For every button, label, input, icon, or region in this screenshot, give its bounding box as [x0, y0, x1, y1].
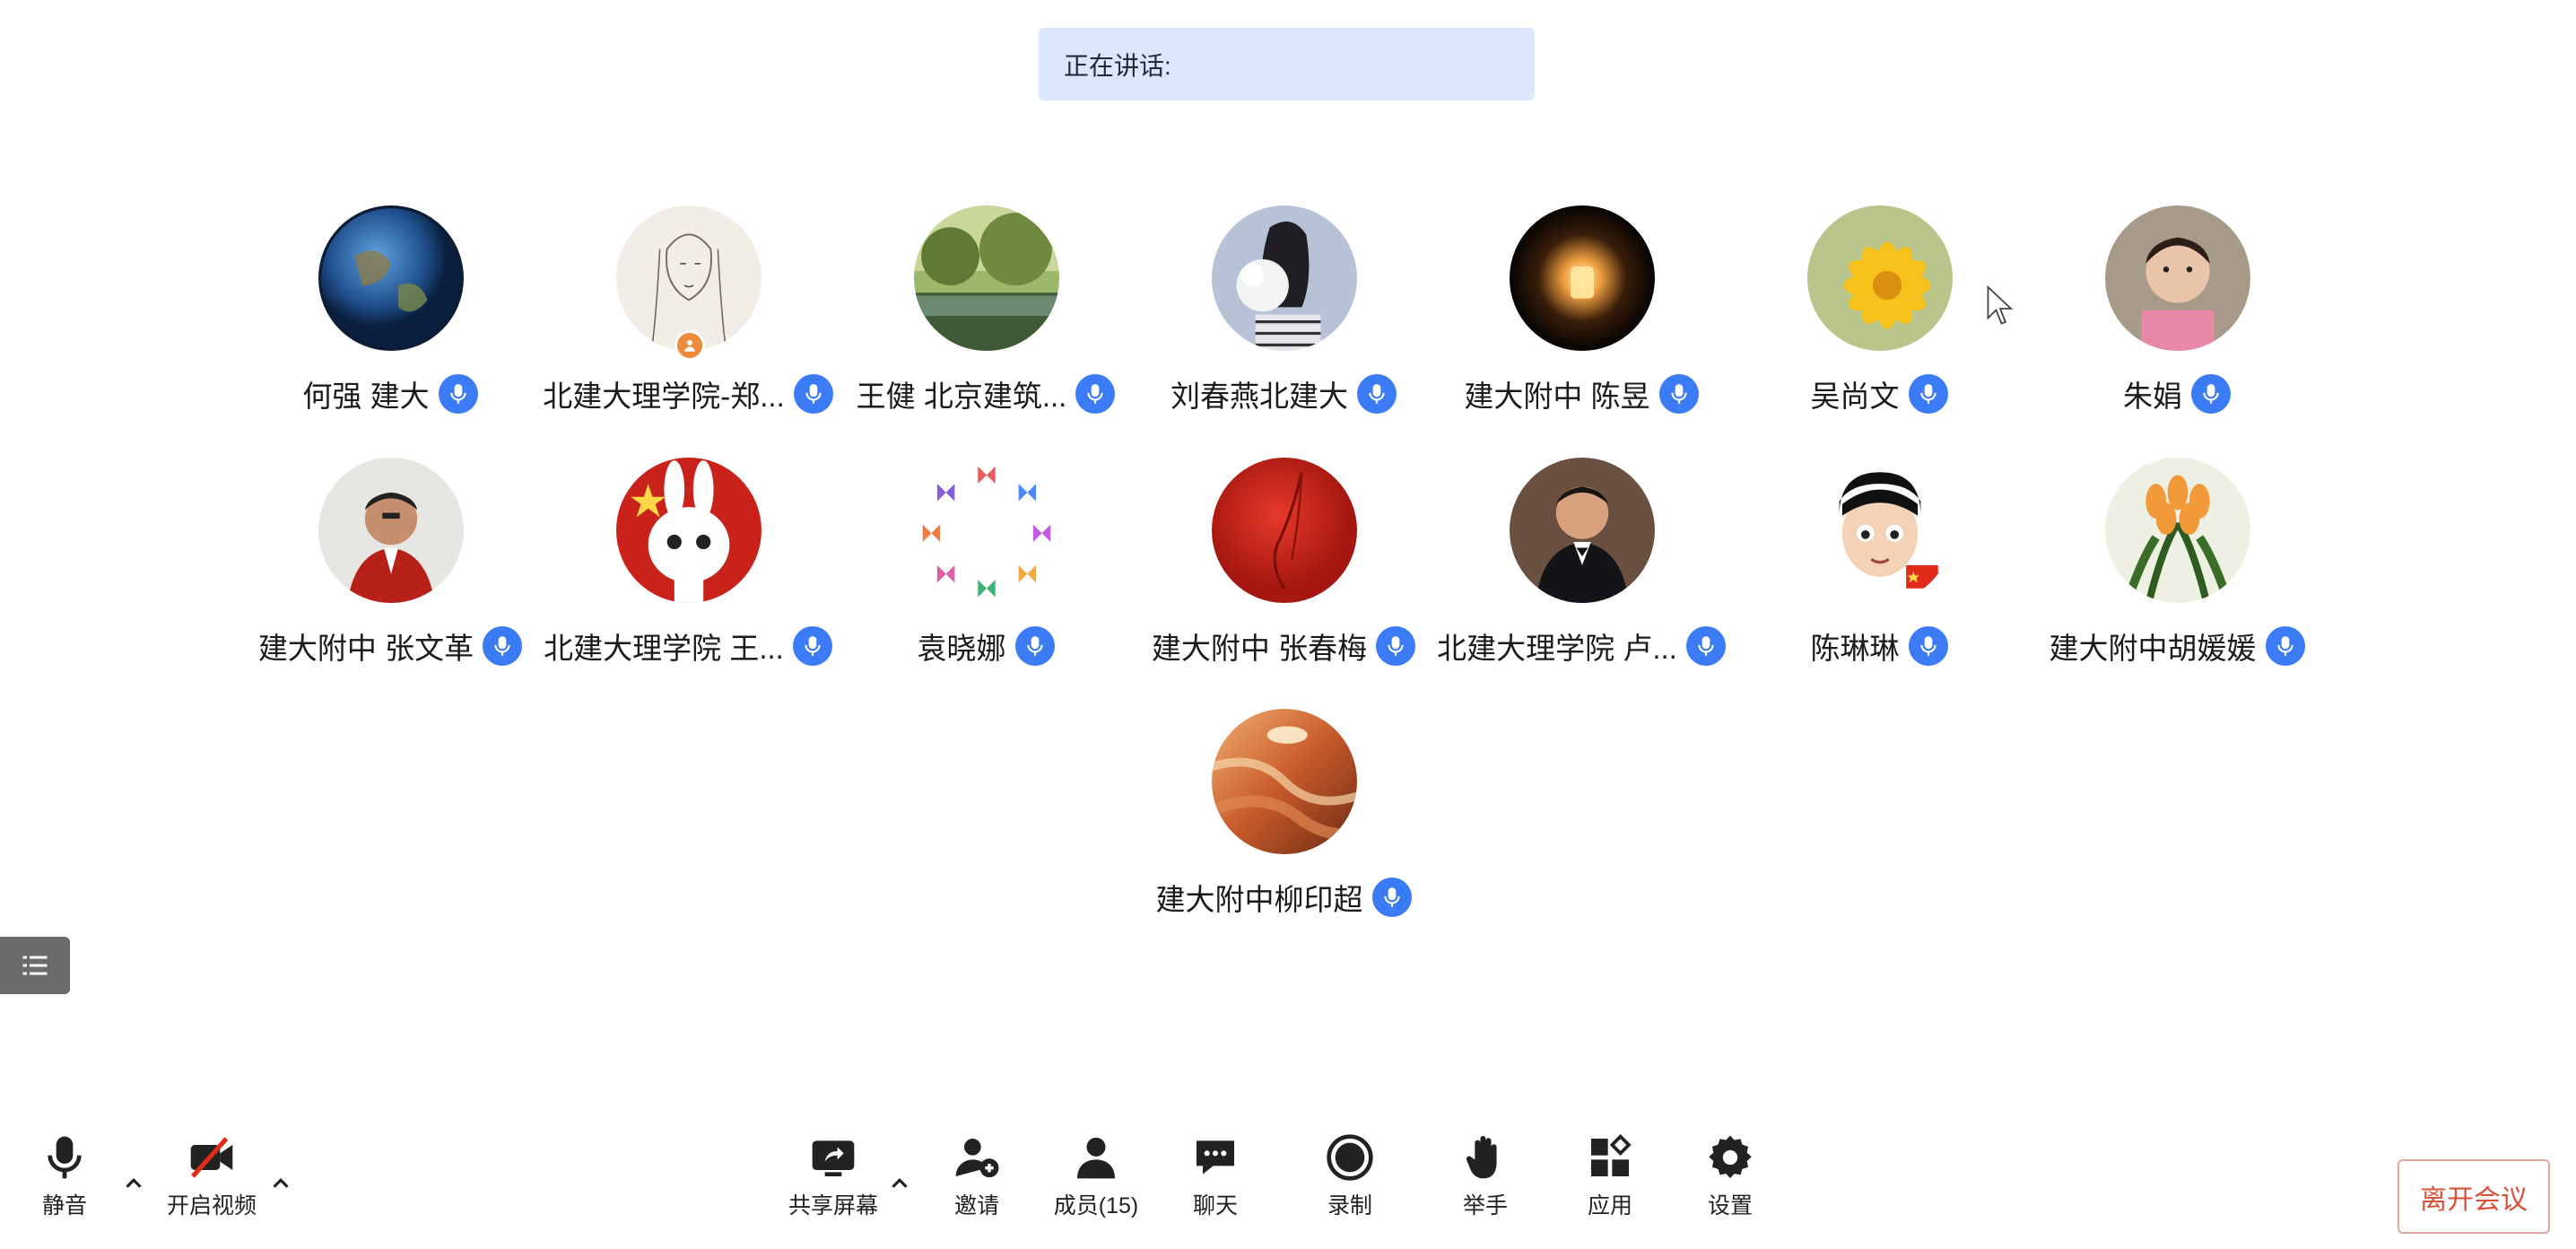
participant-avatar	[914, 205, 1059, 351]
view-list-button[interactable]	[0, 937, 70, 994]
participant-name: 建大附中柳印超	[1155, 883, 1363, 916]
participant-name: 何强 建大	[302, 380, 430, 413]
participant-tile[interactable]: 建大附中柳印超	[1122, 709, 1445, 942]
chat-label: 聊天	[1192, 1193, 1238, 1218]
audio-options-chevron-up-icon[interactable]	[120, 1170, 147, 1197]
mic-on-icon	[1908, 626, 1948, 666]
share-screen-button[interactable]: 共享屏幕	[775, 1132, 892, 1220]
participant-name: 建大附中 张文革	[257, 632, 474, 665]
mic-on-icon	[1376, 626, 1416, 666]
participant-tile[interactable]: 建大附中 陈昱	[1420, 205, 1743, 439]
participant-avatar	[2105, 205, 2250, 351]
invite-label: 邀请	[953, 1193, 999, 1218]
mic-on-icon	[2265, 626, 2305, 666]
participant-tile[interactable]: 王健 北京建筑...	[824, 205, 1147, 439]
participant-tile[interactable]: 建大附中 张春梅	[1122, 458, 1445, 691]
mic-on-icon	[1014, 626, 1055, 666]
participant-avatar	[2105, 458, 2250, 603]
video-options-chevron-up-icon[interactable]	[267, 1170, 294, 1197]
invite-user-icon	[955, 1139, 999, 1178]
settings-button[interactable]: 设置	[1672, 1132, 1788, 1220]
meeting-toolbar: 静音 开启视频 共享屏幕 邀请 成员(15) 聊天 录制 举手 应用 设置	[0, 1132, 2576, 1249]
participant-avatar	[914, 458, 1059, 603]
apps-icon	[1591, 1134, 1632, 1176]
participant-tile[interactable]: 建大附中 张文革	[229, 458, 552, 691]
participant-avatar	[1807, 205, 1953, 351]
participant-avatar	[318, 205, 464, 351]
participant-name: 王健 北京建筑...	[856, 380, 1067, 413]
participant-avatar	[1807, 458, 1953, 603]
participant-avatar	[1510, 458, 1655, 603]
mic-on-icon	[483, 626, 523, 666]
microphone-icon	[48, 1136, 82, 1179]
record-label: 录制	[1327, 1193, 1372, 1218]
participant-avatar	[1212, 709, 1357, 854]
participant-name: 北建大理学院 王...	[544, 632, 784, 665]
leave-meeting-button[interactable]: 离开会议	[2398, 1159, 2550, 1234]
participant-tile[interactable]: 刘春燕北建大	[1122, 205, 1445, 439]
share-screen-icon	[812, 1140, 855, 1176]
participant-name: 刘春燕北建大	[1171, 380, 1348, 413]
apps-button[interactable]: 应用	[1552, 1132, 1668, 1220]
participant-name: 陈琳琳	[1810, 632, 1900, 665]
host-badge-icon	[674, 330, 705, 361]
mic-on-icon	[1075, 374, 1116, 414]
record-button[interactable]: 录制	[1292, 1132, 1408, 1220]
participant-tile[interactable]: 建大附中胡媛媛	[2015, 458, 2338, 691]
list-icon	[22, 956, 48, 975]
participant-avatar	[318, 458, 464, 603]
invite-button[interactable]: 邀请	[918, 1132, 1035, 1220]
participant-avatar	[1212, 205, 1357, 351]
participant-name: 吴尚文	[1810, 380, 1900, 413]
mic-on-icon	[1658, 374, 1699, 414]
share-screen-label: 共享屏幕	[788, 1193, 878, 1218]
start-video-button[interactable]: 开启视频	[153, 1132, 270, 1220]
participant-avatar	[616, 458, 761, 603]
raise-hand-icon	[1466, 1135, 1497, 1179]
record-icon	[1327, 1134, 1373, 1181]
video-off-icon	[190, 1137, 233, 1178]
start-video-label: 开启视频	[166, 1193, 257, 1218]
mouse-cursor-icon	[1987, 285, 2014, 325]
participant-avatar	[1212, 458, 1357, 603]
raise-hand-button[interactable]: 举手	[1427, 1132, 1544, 1220]
participant-avatar	[1510, 205, 1655, 351]
participant-tile[interactable]: 朱娟	[2015, 205, 2338, 439]
participant-name: 北建大理学院 卢...	[1437, 632, 1677, 665]
mute-label: 静音	[41, 1193, 87, 1218]
chat-button[interactable]: 聊天	[1157, 1132, 1274, 1220]
share-options-chevron-up-icon[interactable]	[886, 1170, 913, 1197]
participant-name: 建大附中 陈昱	[1464, 380, 1650, 413]
participant-name: 朱娟	[2123, 380, 2182, 413]
participant-tile[interactable]: 北建大理学院 王...	[527, 458, 849, 691]
mic-on-icon	[1357, 374, 1397, 414]
settings-label: 设置	[1707, 1193, 1753, 1218]
mic-on-icon	[1371, 878, 1412, 917]
apps-label: 应用	[1587, 1193, 1632, 1218]
participant-tile[interactable]: 袁晓娜	[824, 458, 1147, 691]
participant-name: 北建大理学院-郑...	[543, 380, 785, 413]
mic-on-icon	[2191, 374, 2231, 414]
mute-button[interactable]: 静音	[6, 1132, 123, 1220]
participant-name: 建大附中胡媛媛	[2049, 632, 2257, 665]
participant-tile[interactable]: 北建大理学院 卢...	[1420, 458, 1743, 691]
participant-tile[interactable]: 何强 建大	[229, 205, 552, 439]
participant-tile[interactable]: 北建大理学院-郑...	[527, 205, 849, 439]
raise-hand-label: 举手	[1462, 1193, 1508, 1218]
participant-avatar	[616, 205, 761, 351]
participant-name: 建大附中 张春梅	[1151, 632, 1368, 665]
members-label: 成员(15)	[1053, 1193, 1139, 1218]
participant-name: 袁晓娜	[917, 632, 1006, 665]
participant-tile[interactable]: 陈琳琳	[1718, 458, 2041, 691]
chat-icon	[1197, 1140, 1234, 1175]
members-icon	[1077, 1137, 1115, 1179]
participant-grid: 何强 建大 北建大理学院-郑... 王健 北京建筑... 刘春燕北建大 建大附中…	[0, 0, 2576, 987]
mic-on-icon	[1908, 374, 1948, 414]
gear-icon	[1709, 1135, 1752, 1179]
members-button[interactable]: 成员(15)	[1038, 1132, 1154, 1220]
mic-on-icon	[438, 374, 478, 414]
